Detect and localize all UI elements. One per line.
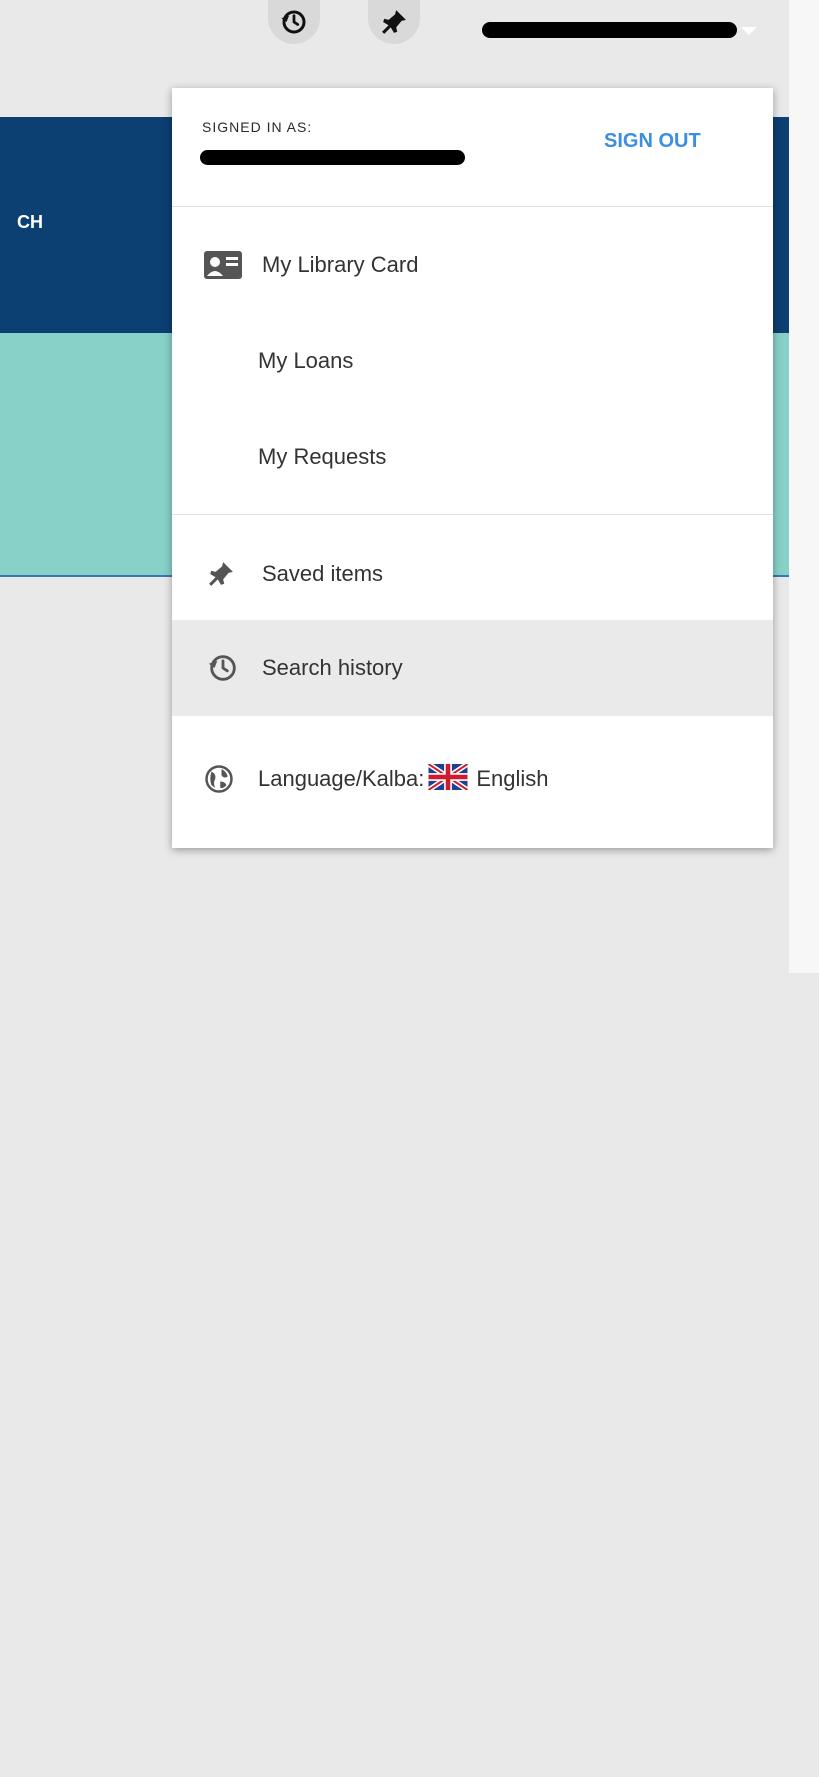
menu-item-requests[interactable]: My Requests <box>172 409 773 505</box>
divider <box>172 514 773 515</box>
menu-item-label: Search history <box>262 655 403 680</box>
menu-item-label: Saved items <box>262 561 384 586</box>
scroll-gutter <box>789 0 819 973</box>
menu-item-loans[interactable]: My Loans <box>172 313 773 409</box>
history-icon <box>281 10 306 34</box>
history-icon <box>206 651 240 685</box>
sign-out-button[interactable]: SIGN OUT <box>604 130 701 153</box>
signed-in-label: SIGNED IN AS: <box>202 119 313 135</box>
saved-items-button[interactable] <box>368 0 420 44</box>
pin-icon <box>208 559 234 589</box>
language-selector[interactable]: Language/Kalba: English <box>172 731 773 827</box>
chevron-down-icon[interactable] <box>741 27 757 35</box>
uk-flag-icon <box>427 761 470 795</box>
user-menu-dropdown: SIGNED IN AS: SIGN OUT My Library Card M… <box>172 88 773 848</box>
pin-icon <box>382 10 406 34</box>
menu-item-label: My Library Card <box>262 252 419 277</box>
language-value: English <box>476 766 549 791</box>
menu-item-saved-items[interactable]: Saved items <box>172 526 773 622</box>
username-redacted[interactable] <box>482 22 737 38</box>
library-card-icon <box>203 250 243 280</box>
globe-icon <box>204 764 234 794</box>
language-label: Language/Kalba: <box>258 766 425 791</box>
menu-item-search-history[interactable]: Search history <box>172 620 773 716</box>
menu-item-label: My Loans <box>258 348 354 373</box>
search-history-button[interactable] <box>268 0 320 44</box>
menu-item-label: My Requests <box>258 444 387 469</box>
signed-in-user-redacted <box>200 150 465 165</box>
nav-link-partial[interactable]: CH <box>17 212 43 233</box>
divider <box>172 206 773 207</box>
menu-item-library-card[interactable]: My Library Card <box>172 217 773 313</box>
